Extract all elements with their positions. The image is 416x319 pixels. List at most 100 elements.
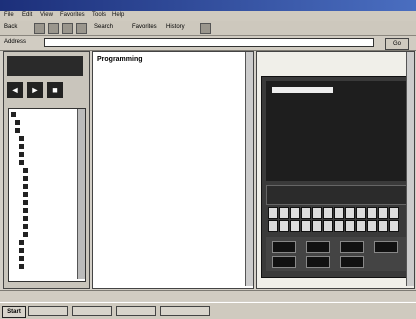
key-button[interactable] xyxy=(279,207,289,219)
tree-node[interactable] xyxy=(23,175,30,183)
tree-node[interactable] xyxy=(23,207,30,215)
key-button[interactable] xyxy=(268,220,278,232)
menu-edit[interactable]: Edit xyxy=(22,12,32,18)
taskbar-button[interactable] xyxy=(160,306,210,316)
key-button[interactable] xyxy=(356,220,366,232)
key-button[interactable] xyxy=(367,207,377,219)
key-button[interactable] xyxy=(378,207,388,219)
simulator-scrollbar[interactable] xyxy=(406,52,414,286)
key-button[interactable] xyxy=(323,220,333,232)
menu-bar: File Edit View Favorites Tools Help xyxy=(0,11,416,21)
key-button[interactable] xyxy=(367,220,377,232)
tree-node[interactable] xyxy=(19,263,26,271)
key-button[interactable] xyxy=(334,220,344,232)
content-pane: Programming xyxy=(92,51,254,289)
left-navigation-panel: ◄ ► ■ xyxy=(3,51,90,289)
start-button[interactable]: Start xyxy=(2,306,26,318)
mail-icon[interactable] xyxy=(200,23,211,34)
system-clock xyxy=(352,306,412,316)
content-paragraph xyxy=(97,160,245,174)
key-button[interactable] xyxy=(345,207,355,219)
key-button[interactable] xyxy=(312,220,322,232)
menu-view[interactable]: View xyxy=(40,12,53,18)
address-label: Address xyxy=(4,39,27,45)
simulator-panel xyxy=(256,51,415,289)
key-button[interactable] xyxy=(301,220,311,232)
tree-node[interactable] xyxy=(11,111,18,119)
title-bar xyxy=(0,0,416,11)
key-button[interactable] xyxy=(323,207,333,219)
tree-node[interactable] xyxy=(19,239,26,247)
content-paragraph xyxy=(97,246,245,268)
key-button[interactable] xyxy=(290,220,300,232)
nav-icons: ◄ ► ■ xyxy=(7,82,83,100)
register-readout xyxy=(272,256,296,268)
taskbar-button[interactable] xyxy=(28,306,68,316)
tree-node[interactable] xyxy=(19,159,26,167)
key-button[interactable] xyxy=(268,207,278,219)
register-readout xyxy=(272,241,296,253)
refresh-icon[interactable] xyxy=(62,23,73,34)
taskbar: Start xyxy=(0,302,416,319)
register-readout xyxy=(340,241,364,253)
menu-tools[interactable]: Tools xyxy=(92,12,106,18)
taskbar-button[interactable] xyxy=(116,306,156,316)
menu-file[interactable]: File xyxy=(4,12,14,18)
tree-node[interactable] xyxy=(15,127,22,135)
tree-node[interactable] xyxy=(19,135,26,143)
register-readout xyxy=(306,256,330,268)
menu-help[interactable]: Help xyxy=(112,12,124,18)
key-button[interactable] xyxy=(378,220,388,232)
home-nav-icon[interactable]: ■ xyxy=(47,82,63,98)
simulator-control-strip xyxy=(266,185,408,205)
tree-node[interactable] xyxy=(23,191,30,199)
key-button[interactable] xyxy=(389,207,399,219)
taskbar-button[interactable] xyxy=(72,306,112,316)
address-input[interactable] xyxy=(44,38,374,47)
simulator-register-display xyxy=(266,237,406,271)
key-button[interactable] xyxy=(389,220,399,232)
toolbar: Back Search Favorites History xyxy=(0,21,416,36)
key-button[interactable] xyxy=(290,207,300,219)
tree-node[interactable] xyxy=(23,231,30,239)
tree-node[interactable] xyxy=(19,247,26,255)
home-icon[interactable] xyxy=(76,23,87,34)
status-bar xyxy=(0,290,416,301)
history-button[interactable]: History xyxy=(166,24,185,30)
tree-node[interactable] xyxy=(23,215,30,223)
key-button[interactable] xyxy=(345,220,355,232)
forward-nav-icon[interactable]: ► xyxy=(27,82,43,98)
menu-favorites[interactable]: Favorites xyxy=(60,12,85,18)
register-readout xyxy=(306,241,330,253)
address-bar: Address Go xyxy=(0,36,416,51)
key-button[interactable] xyxy=(334,207,344,219)
tree-node[interactable] xyxy=(19,151,26,159)
tree-node[interactable] xyxy=(19,255,26,263)
search-button[interactable]: Search xyxy=(94,24,113,30)
key-button[interactable] xyxy=(356,207,366,219)
forward-icon[interactable] xyxy=(34,23,45,34)
tree-node[interactable] xyxy=(15,119,22,127)
tree-node[interactable] xyxy=(23,183,30,191)
favorites-button[interactable]: Favorites xyxy=(132,24,157,30)
back-nav-icon[interactable]: ◄ xyxy=(7,82,23,98)
tree-scrollbar[interactable] xyxy=(77,109,85,279)
tree-node[interactable] xyxy=(23,167,30,175)
back-button[interactable]: Back xyxy=(4,24,17,30)
key-button[interactable] xyxy=(279,220,289,232)
stop-icon[interactable] xyxy=(48,23,59,34)
key-button[interactable] xyxy=(312,207,322,219)
go-button[interactable]: Go xyxy=(385,38,409,50)
tree-node[interactable] xyxy=(19,143,26,151)
key-button[interactable] xyxy=(301,207,311,219)
content-paragraph xyxy=(97,212,245,234)
simulator-frame xyxy=(261,76,411,278)
content-paragraph xyxy=(97,68,245,152)
simulator-input-bar[interactable] xyxy=(272,87,333,93)
simulator-screen xyxy=(266,81,406,181)
panel-header xyxy=(7,56,83,76)
register-readout xyxy=(374,241,398,253)
tree-node[interactable] xyxy=(23,223,30,231)
content-scrollbar[interactable] xyxy=(245,52,253,286)
tree-node[interactable] xyxy=(23,199,30,207)
